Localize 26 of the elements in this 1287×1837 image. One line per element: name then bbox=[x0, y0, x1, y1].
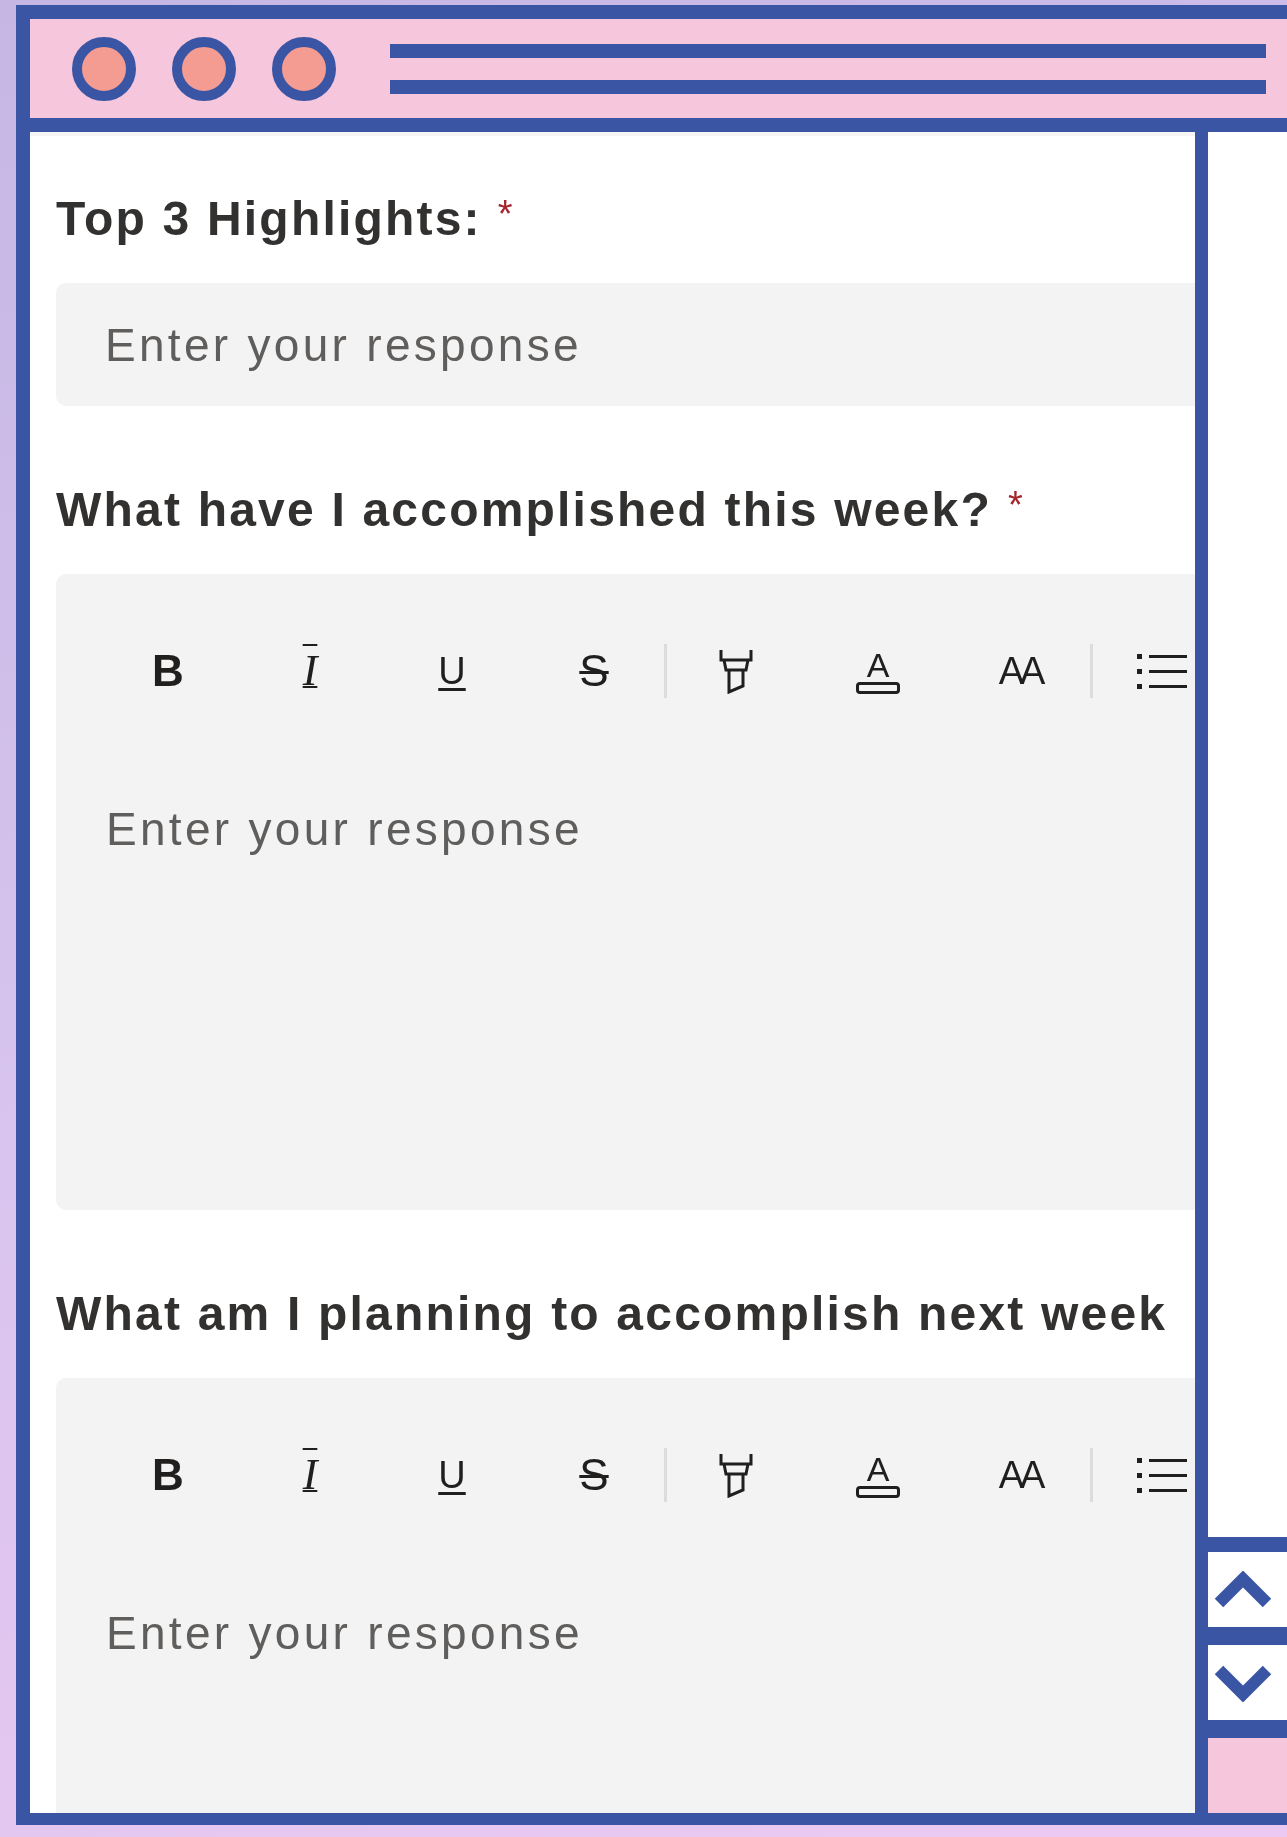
response-editor[interactable]: Enter your response bbox=[106, 1605, 583, 1661]
italic-button[interactable]: I bbox=[239, 644, 381, 698]
strikethrough-button[interactable]: S bbox=[523, 644, 665, 698]
italic-button[interactable]: I bbox=[239, 1448, 381, 1502]
highlighter-icon bbox=[717, 648, 755, 694]
font-size-button[interactable]: AA bbox=[949, 644, 1091, 698]
question-label: What have I accomplished this week? bbox=[56, 482, 992, 538]
strikethrough-button[interactable]: S bbox=[523, 1448, 665, 1502]
question-label: Top 3 Highlights: bbox=[56, 191, 482, 247]
chevron-up-icon bbox=[1212, 1570, 1273, 1609]
font-color-button[interactable]: A bbox=[807, 1448, 949, 1502]
bold-button[interactable]: B bbox=[97, 1448, 239, 1502]
question-label: What am I planning to accomplish next week bbox=[56, 1286, 1168, 1342]
chevron-down-icon bbox=[1212, 1663, 1273, 1702]
list-icon bbox=[1137, 651, 1187, 691]
response-field[interactable]: Enter your response bbox=[56, 283, 1195, 406]
highlighter-icon bbox=[717, 1452, 755, 1498]
underline-button[interactable]: U bbox=[381, 644, 523, 698]
response-editor[interactable]: Enter your response bbox=[106, 801, 583, 857]
list-icon bbox=[1137, 1455, 1187, 1495]
font-size-button[interactable]: AA bbox=[949, 1448, 1091, 1502]
bold-button[interactable]: B bbox=[97, 644, 239, 698]
required-mark: * bbox=[1007, 483, 1023, 528]
font-color-button[interactable]: A bbox=[807, 644, 949, 698]
underline-button[interactable]: U bbox=[381, 1448, 523, 1502]
required-mark: * bbox=[497, 192, 513, 237]
